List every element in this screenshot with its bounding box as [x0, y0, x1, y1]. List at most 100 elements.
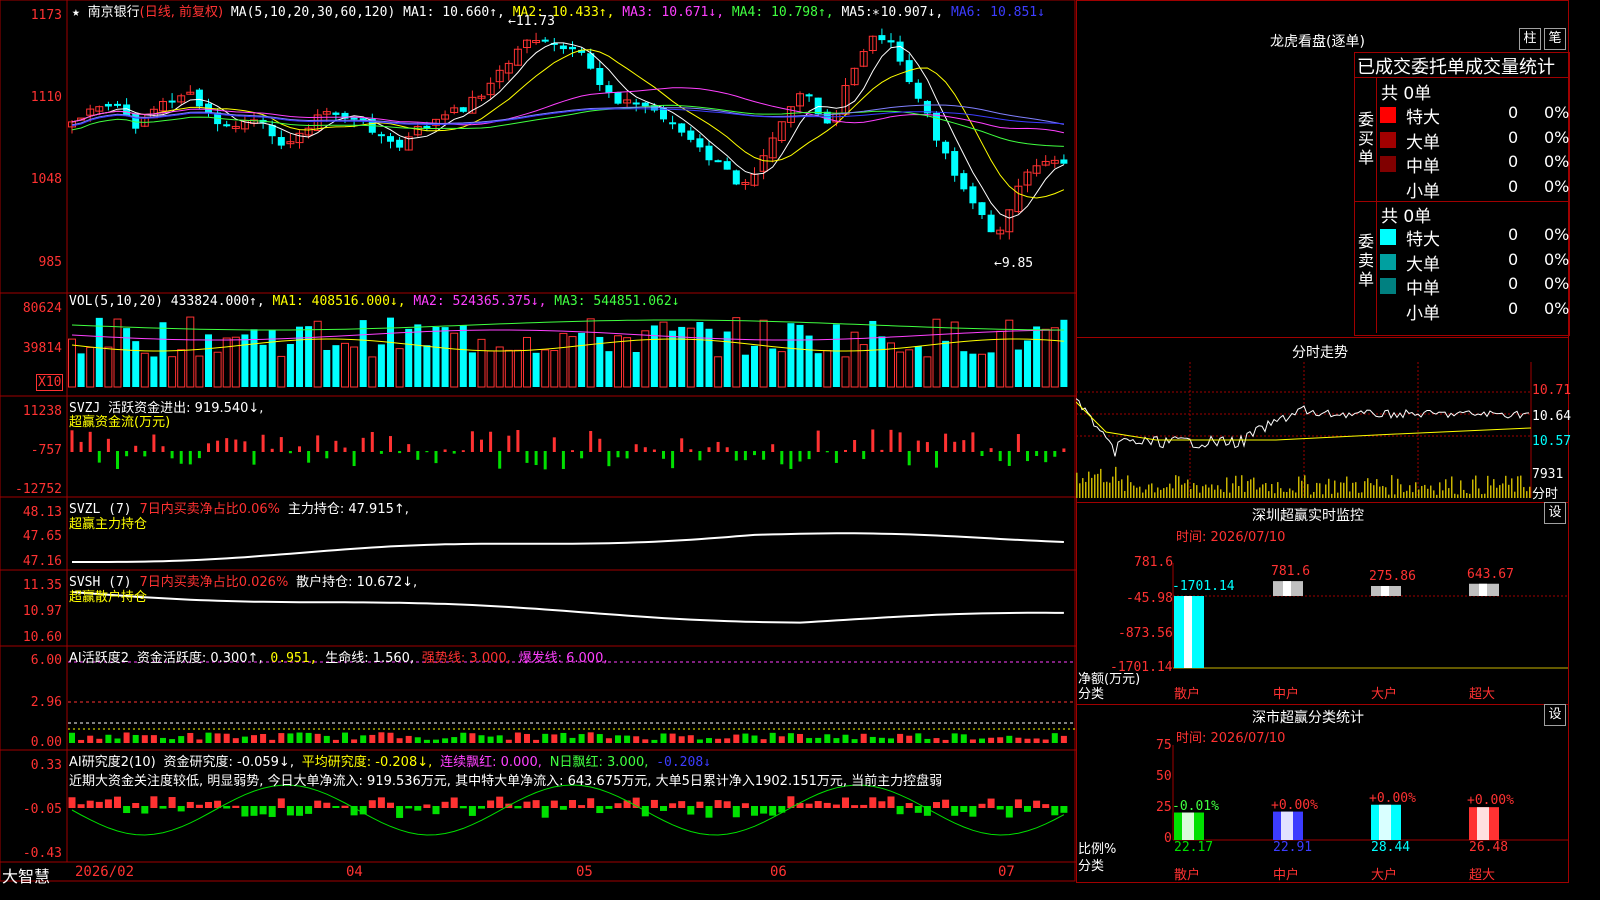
bar-view-button[interactable]: 柱	[1519, 28, 1541, 50]
activity-bar	[578, 734, 585, 743]
intraday-vol-bar	[1469, 493, 1471, 498]
research-bar	[751, 806, 758, 816]
activity-bar	[260, 733, 267, 743]
flow-bar	[671, 451, 675, 469]
activity-bar	[787, 733, 794, 743]
candle-body	[459, 107, 467, 112]
activity-bar	[969, 739, 976, 743]
chart-canvas[interactable]	[0, 0, 1076, 882]
intraday-vol-bar	[1307, 484, 1309, 498]
research-bar	[769, 806, 777, 816]
intraday-vol-bar	[1214, 489, 1216, 498]
volume-bar	[86, 346, 95, 388]
row-name: 小单	[1406, 181, 1440, 202]
svsh-text1: 7日内买卖净占比0.026%	[139, 575, 289, 590]
flow-bar	[407, 444, 411, 452]
activity-bar	[132, 734, 139, 743]
volume-bar	[177, 349, 186, 388]
ai1-t1: 资金活跃度: 0.300↑,	[136, 651, 263, 666]
volume-bar	[823, 350, 832, 388]
volume-bar	[77, 353, 85, 387]
cls-axis-4: 0	[1164, 831, 1172, 846]
volume-bar	[832, 324, 840, 387]
activity-bar	[150, 735, 157, 743]
volume-bar	[1005, 319, 1014, 388]
activity-bar	[696, 739, 703, 743]
row-color-swatch	[1380, 278, 1396, 294]
candle-body	[942, 141, 950, 154]
intraday-price-line	[1076, 398, 1530, 457]
intraday-vol-bar	[1190, 488, 1192, 498]
research-bar	[323, 802, 331, 808]
flow-bar	[898, 432, 902, 452]
research-bar	[614, 803, 622, 808]
research-bar	[286, 806, 294, 816]
volume-bar	[241, 334, 249, 387]
research-bar	[596, 806, 604, 814]
activity-bar	[924, 738, 931, 743]
volume-bar	[405, 328, 413, 387]
volume-bar	[195, 355, 204, 388]
research-bar	[887, 796, 895, 808]
research-bar	[705, 806, 713, 818]
tick-view-button[interactable]: 笔	[1544, 28, 1566, 50]
flow-bar	[762, 451, 766, 460]
activity-bar	[378, 732, 385, 743]
research-bar	[687, 806, 695, 815]
intraday-chart[interactable]	[1076, 362, 1568, 502]
research-bar	[987, 798, 995, 808]
intraday-vol-bar	[1346, 476, 1348, 498]
activity-bar	[815, 737, 822, 743]
candle-body	[723, 161, 731, 170]
brand-label[interactable]: 大智慧	[2, 863, 50, 887]
ai1-axis-3: 0.00	[30, 735, 62, 750]
research-bar	[960, 806, 968, 812]
volume-bar	[659, 321, 668, 388]
research-bar	[805, 803, 813, 808]
research-bar	[1051, 806, 1059, 816]
research-bar	[468, 806, 476, 816]
intraday-vol-bar	[1526, 491, 1528, 498]
intraday-vol-bar	[1298, 476, 1300, 498]
intraday-vol-bar	[1226, 477, 1228, 498]
kline-chart-area[interactable]: ★ 南京银行(日线, 前复权) MA(5,10,20,30,60,120) MA…	[0, 0, 1076, 886]
flow-bar	[907, 451, 911, 466]
research-bar	[578, 805, 586, 808]
research-bar	[1014, 799, 1022, 808]
intraday-vol-bar	[1361, 492, 1363, 498]
activity-bar	[778, 736, 785, 743]
intraday-vol-bar	[1199, 492, 1201, 498]
activity-bar	[87, 735, 94, 743]
flow-bar	[880, 449, 884, 452]
flow-bar	[807, 451, 811, 460]
activity-bar	[405, 735, 412, 743]
volume-bar	[932, 318, 941, 388]
volume-bar	[623, 337, 632, 388]
intraday-axis-1: 10.71	[1532, 383, 1572, 398]
activity-bar	[760, 739, 767, 743]
favorite-star-icon[interactable]: ★	[72, 5, 80, 20]
research-bar	[532, 800, 540, 808]
flow-bar	[998, 451, 1002, 462]
flow-bar	[179, 451, 183, 464]
activity-bar	[842, 734, 849, 743]
intraday-vol-bar	[1385, 487, 1387, 498]
activity-bar	[1024, 738, 1031, 743]
intraday-vol-bar	[1445, 479, 1447, 498]
research-bar	[559, 806, 567, 810]
sz-monitor-value-label: 781.6	[1271, 564, 1311, 580]
volume-bar	[513, 349, 522, 388]
activity-bar	[360, 735, 367, 743]
research-bar	[314, 800, 322, 808]
ma1-value: MA1: 10.660↑,	[403, 5, 505, 20]
activity-bar	[915, 733, 922, 743]
stock-name[interactable]: 南京银行	[88, 5, 140, 20]
candle-body	[887, 40, 895, 43]
activity-bar	[751, 735, 758, 743]
price-axis-4: 985	[38, 255, 62, 270]
volume-bar	[751, 345, 758, 387]
intraday-vol-bar	[1097, 473, 1099, 498]
volume-bar	[296, 326, 303, 387]
volume-bar	[923, 356, 932, 388]
activity-bar	[387, 732, 394, 743]
